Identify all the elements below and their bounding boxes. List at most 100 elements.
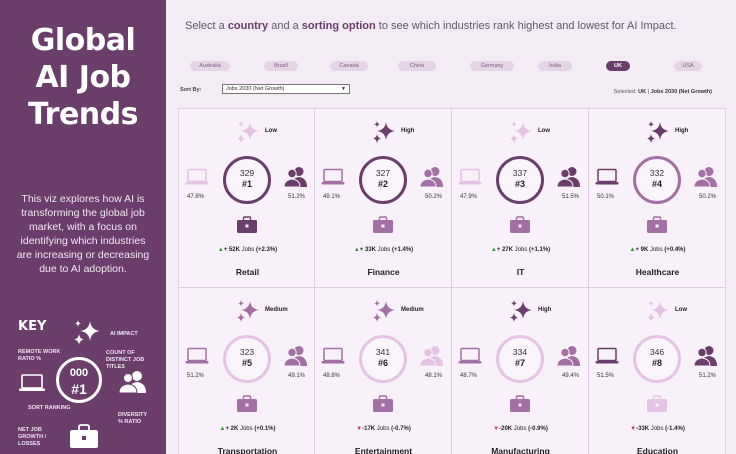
briefcase-icon xyxy=(237,216,257,233)
diversity-ratio: 51.5% xyxy=(561,194,579,200)
country-pill-brazil[interactable]: Brazil xyxy=(264,61,298,71)
remote-work-ratio: 48.7% xyxy=(460,373,478,379)
remote-work-ratio: 49.1% xyxy=(323,194,341,200)
remote-work-ratio: 50.1% xyxy=(597,194,615,200)
remote-work-ratio: 47.9% xyxy=(460,194,478,200)
laptop-icon xyxy=(321,347,345,364)
job-change: -33K xyxy=(636,426,650,432)
job-title-count: 327 xyxy=(375,168,391,178)
title-line-3: Trends xyxy=(28,97,139,132)
briefcase-icon xyxy=(373,395,393,412)
industry-card[interactable]: Low 346 #8 51.5% 51.2% ▼-33K Jobs (-1.4%) Educ… xyxy=(589,288,726,454)
briefcase-icon xyxy=(647,395,667,412)
remote-work-ratio: 51.2% xyxy=(187,373,205,379)
industry-card[interactable]: High 334 #7 48.7% 49.4% ▼-20K Jobs (-0.9%) Man… xyxy=(452,288,589,454)
people-icon xyxy=(556,167,580,188)
sparkle-icon xyxy=(510,300,532,322)
industry-card[interactable]: High 327 #2 49.1% 50.2% ▲+ 33K Jobs (+1.4%) Fi… xyxy=(315,108,452,288)
job-title-count: 334 xyxy=(512,347,528,357)
selected-sort: Jobs 2030 (Net Growth) xyxy=(650,89,712,95)
industry-name: Manufacturing xyxy=(491,446,550,454)
job-title-count: 346 xyxy=(649,347,665,357)
country-pill-india[interactable]: India xyxy=(538,61,572,71)
diversity-ratio: 51.2% xyxy=(287,194,305,200)
jobs-label: Jobs xyxy=(648,247,665,253)
sort-rank: #3 xyxy=(514,179,525,189)
people-icon xyxy=(693,167,717,188)
sort-rank: #8 xyxy=(651,358,662,368)
briefcase-icon xyxy=(510,216,530,233)
industry-card[interactable]: High 332 #4 50.1% 50.2% ▲+ 9K Jobs (+0.4%) Hea… xyxy=(589,108,726,288)
net-job-growth: ▼-33K Jobs (-1.4%) xyxy=(589,426,726,432)
instr-text-2: and a xyxy=(268,20,302,32)
sort-rank: #2 xyxy=(377,179,388,189)
job-change: -17K xyxy=(362,426,376,432)
industry-name: Transportation xyxy=(217,446,278,454)
industry-name: Education xyxy=(636,446,679,454)
job-title-count: 337 xyxy=(512,168,528,178)
key-ai-impact-label: AI IMPACT xyxy=(110,331,138,337)
job-change: + 2K xyxy=(225,426,239,432)
net-job-growth: ▲+ 52K Jobs (+2.3%) xyxy=(179,247,316,253)
instr-country: country xyxy=(227,20,269,32)
industry-card[interactable]: Medium 323 #5 51.2% 49.1% ▲+ 2K Jobs (+0.1%) T… xyxy=(178,288,315,454)
laptop-icon xyxy=(458,168,482,185)
country-pill-germany[interactable]: Germany xyxy=(470,61,514,71)
jobs-label: Jobs xyxy=(512,426,529,432)
ai-impact-level: Medium xyxy=(401,307,424,313)
job-change-pct: (+1.4%) xyxy=(391,247,414,253)
industry-name: Finance xyxy=(367,267,400,277)
country-pill-china[interactable]: China xyxy=(398,61,436,71)
key-count-sample: 000 xyxy=(69,367,89,379)
job-change-pct: (-0.9%) xyxy=(528,426,548,432)
country-pill-usa[interactable]: USA xyxy=(674,61,702,71)
ai-impact-level: Low xyxy=(538,128,550,134)
industry-card[interactable]: Low 329 #1 47.8% 51.2% ▲+ 52K Jobs (+2.3%) Ret… xyxy=(178,108,315,288)
jobs-label: Jobs xyxy=(649,426,666,432)
sparkle-icon xyxy=(647,121,669,143)
key-title: KEY xyxy=(18,319,47,334)
key-laptop-icon xyxy=(19,374,45,391)
people-icon xyxy=(283,346,307,367)
people-icon xyxy=(556,346,580,367)
jobs-label: Jobs xyxy=(239,247,256,253)
job-change: + 27K xyxy=(496,247,513,253)
instructions: Select a country and a sorting option to… xyxy=(185,20,677,32)
country-pill-australia[interactable]: Australia xyxy=(190,61,230,71)
job-title-count: 341 xyxy=(375,347,391,357)
net-job-growth: ▼-17K Jobs (-0.7%) xyxy=(315,426,452,432)
remote-work-ratio: 47.8% xyxy=(187,194,205,200)
selected-country: UK xyxy=(638,89,647,95)
job-change-pct: (+0.1%) xyxy=(254,426,276,432)
industry-name: Retail xyxy=(235,267,260,277)
sort-rank: #4 xyxy=(651,179,662,189)
key-rank-sample: #1 xyxy=(71,381,87,397)
industry-card[interactable]: Low 337 #3 47.9% 51.5% ▲+ 27K Jobs (+1.1%) IT xyxy=(452,108,589,288)
net-job-growth: ▲+ 2K Jobs (+0.1%) xyxy=(179,426,316,432)
sparkle-icon xyxy=(373,121,395,143)
job-title-count: 332 xyxy=(649,168,665,178)
diversity-ratio: 50.2% xyxy=(698,194,716,200)
key-sort-label: SORT RANKING xyxy=(28,405,71,411)
key-net-job-label: NET JOB GROWTH / LOSSES xyxy=(18,427,47,447)
sort-rank: #5 xyxy=(241,358,252,368)
job-change-pct: (+2.3%) xyxy=(255,247,278,253)
instr-text-1: Select a xyxy=(185,20,228,32)
industry-card[interactable]: Medium 341 #6 48.8% 48.1% ▼-17K Jobs (-0.7%) E… xyxy=(315,288,452,454)
laptop-icon xyxy=(595,168,619,185)
country-pill-uk[interactable]: UK xyxy=(606,61,630,71)
job-change-pct: (+1.1%) xyxy=(528,247,551,253)
key-briefcase-icon xyxy=(70,424,98,448)
sort-dropdown[interactable]: Jobs 2030 (Net Growth) ▼ xyxy=(222,84,350,94)
diversity-ratio: 51.2% xyxy=(698,373,716,379)
briefcase-icon xyxy=(647,216,667,233)
key-diversity-label: DIVERSITY % RATIO xyxy=(118,412,147,425)
title-line-2: AI Job xyxy=(35,60,131,95)
country-pill-canada[interactable]: Canada xyxy=(330,61,368,71)
ai-impact-level: Medium xyxy=(265,307,288,313)
selected-info: Selected: UK | Jobs 2030 (Net Growth) xyxy=(614,89,712,95)
job-change-pct: (+0.4%) xyxy=(664,247,686,253)
sort-rank: #6 xyxy=(377,358,388,368)
description: This viz explores how AI is transforming… xyxy=(16,193,150,275)
people-icon xyxy=(283,167,307,188)
